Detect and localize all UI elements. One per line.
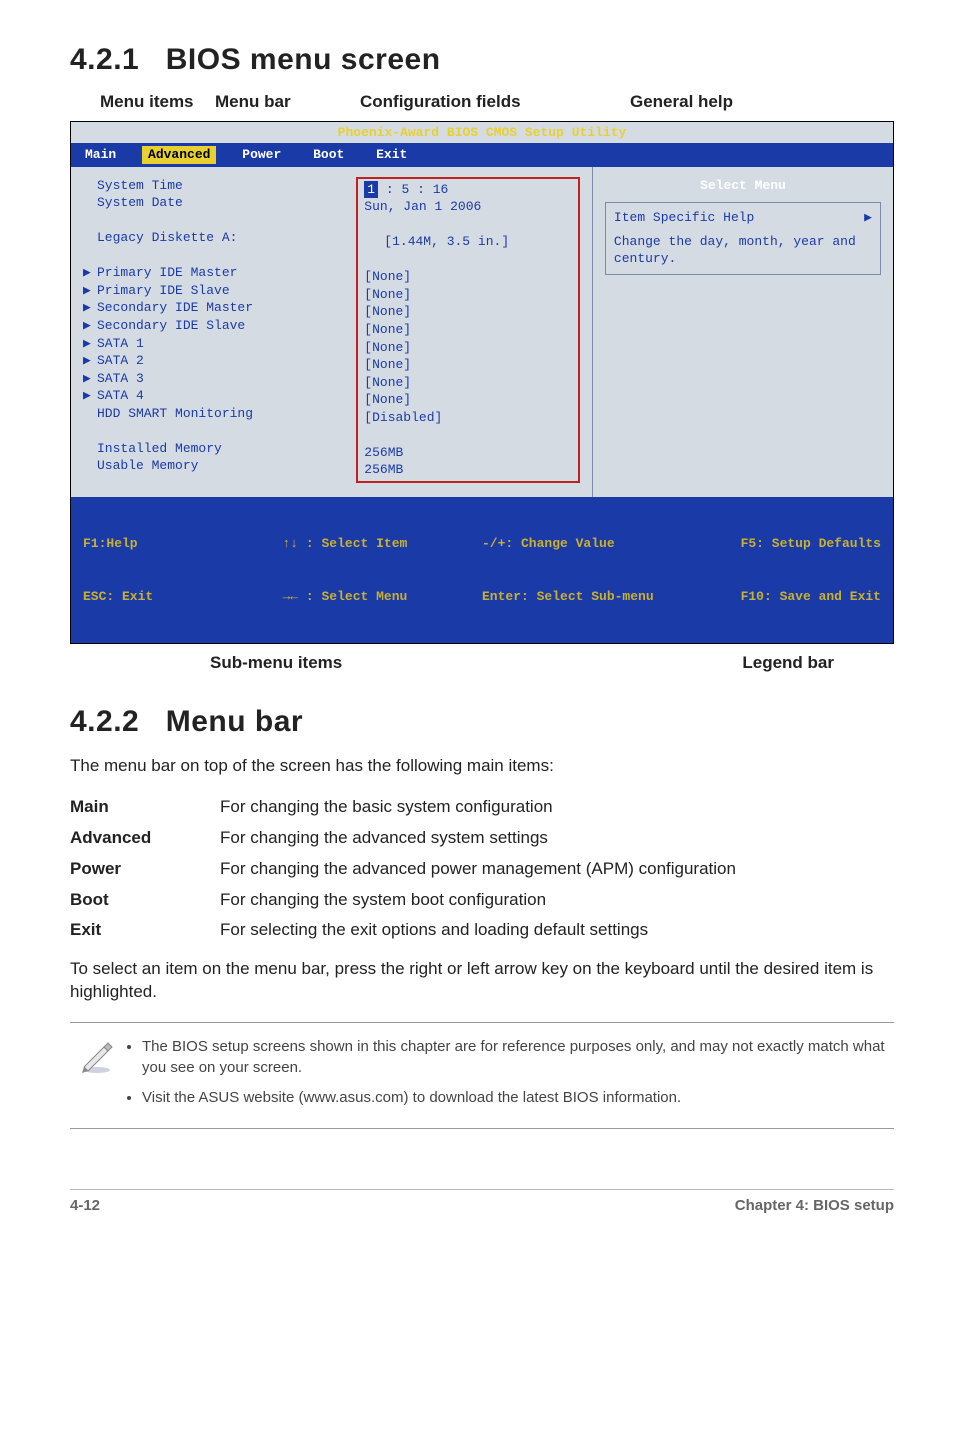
row-s1-l[interactable]: SATA 1	[97, 335, 144, 353]
submenu-icon: ▶	[83, 282, 97, 300]
footer-page-number: 4-12	[70, 1196, 100, 1216]
submenu-icon: ▶	[83, 370, 97, 388]
note-pencil-icon	[70, 1033, 124, 1075]
section-422-title: 4.2.2 Menu bar	[70, 702, 894, 743]
bios-bottom-labels: Sub-menu items Legend bar	[70, 652, 894, 684]
page-footer: 4-12 Chapter 4: BIOS setup	[70, 1189, 894, 1216]
menu-definitions: Main For changing the basic system confi…	[70, 792, 894, 947]
row-s3-v: [None]	[364, 374, 411, 392]
bios-window-title: Phoenix-Award BIOS CMOS Setup Utility	[71, 122, 893, 144]
row-pim-v: [None]	[364, 268, 411, 286]
submenu-icon: ▶	[83, 387, 97, 405]
label-legend-bar: Legend bar	[742, 652, 834, 675]
chevron-right-icon: ▶	[864, 209, 872, 227]
note-2: Visit the ASUS website (www.asus.com) to…	[142, 1088, 894, 1108]
foot-select-submenu: Enter: Select Sub-menu	[482, 588, 682, 606]
foot-f5: F5: Setup Defaults	[682, 535, 882, 553]
label-menu-bar: Menu bar	[215, 91, 291, 114]
section-421-text: BIOS menu screen	[166, 43, 441, 76]
note-1: The BIOS setup screens shown in this cha…	[142, 1037, 894, 1078]
row-legacy-l: Legacy Diskette A:	[97, 229, 237, 247]
menu-bar-intro: The menu bar on top of the screen has th…	[70, 755, 894, 778]
foot-f10: F10: Save and Exit	[682, 588, 882, 606]
row-inst-l: Installed Memory	[97, 440, 222, 458]
row-system-date-l: System Date	[97, 194, 183, 212]
def-power-desc: For changing the advanced power manageme…	[220, 854, 894, 885]
row-use-v: 256MB	[364, 461, 403, 479]
label-menu-items: Menu items	[100, 91, 194, 114]
section-422-text: Menu bar	[166, 705, 303, 738]
row-system-time-v-cur[interactable]: 1	[364, 181, 378, 199]
label-config-fields: Configuration fields	[360, 91, 521, 114]
foot-select-item: ↑↓ : Select Item	[283, 535, 483, 553]
def-boot-desc: For changing the system boot configurati…	[220, 885, 894, 916]
bios-legend-bar: F1:Help ESC: Exit ↑↓ : Select Item →← : …	[71, 497, 893, 643]
row-hdd-v: [Disabled]	[364, 409, 442, 427]
row-sim-v: [None]	[364, 303, 411, 321]
note-block: The BIOS setup screens shown in this cha…	[70, 1022, 894, 1129]
def-main-desc: For changing the basic system configurat…	[220, 792, 894, 823]
tab-exit[interactable]: Exit	[376, 146, 407, 164]
row-s4-v: [None]	[364, 391, 411, 409]
label-submenu-items: Sub-menu items	[210, 652, 342, 675]
foot-change-value: -/+: Change Value	[482, 535, 682, 553]
row-pis-v: [None]	[364, 286, 411, 304]
row-pis-l[interactable]: Primary IDE Slave	[97, 282, 230, 300]
bios-help-panel: Select Menu Item Specific Help ▶ Change …	[592, 167, 893, 497]
tab-advanced[interactable]: Advanced	[142, 146, 216, 164]
help-body-text: Change the day, month, year and century.	[614, 233, 872, 268]
bios-top-labels: Menu items Menu bar Configuration fields…	[70, 91, 894, 121]
row-s3-l[interactable]: SATA 3	[97, 370, 144, 388]
row-sis-l[interactable]: Secondary IDE Slave	[97, 317, 245, 335]
submenu-icon: ▶	[83, 264, 97, 282]
section-422-num: 4.2.2	[70, 705, 139, 738]
footer-chapter: Chapter 4: BIOS setup	[735, 1196, 894, 1216]
row-use-l: Usable Memory	[97, 457, 198, 475]
def-advanced-desc: For changing the advanced system setting…	[220, 823, 894, 854]
def-main-term: Main	[70, 792, 220, 823]
tab-main[interactable]: Main	[85, 146, 116, 164]
select-instruction: To select an item on the menu bar, press…	[70, 958, 894, 1004]
label-general-help: General help	[630, 91, 733, 114]
foot-esc: ESC: Exit	[83, 588, 283, 606]
bios-left-panel: System Time System Date Legacy Diskette …	[71, 167, 592, 497]
row-system-date-v[interactable]: Sun, Jan 1 2006	[364, 198, 481, 216]
tab-boot[interactable]: Boot	[313, 146, 344, 164]
row-hdd-l: HDD SMART Monitoring	[97, 405, 253, 423]
section-421-num: 4.2.1	[70, 43, 139, 76]
foot-f1: F1:Help	[83, 535, 283, 553]
row-system-time-v-rest[interactable]: : 5 : 16	[378, 181, 448, 199]
row-pim-l[interactable]: Primary IDE Master	[97, 264, 237, 282]
row-inst-v: 256MB	[364, 444, 403, 462]
def-boot-term: Boot	[70, 885, 220, 916]
def-power-term: Power	[70, 854, 220, 885]
row-legacy-v[interactable]: [1.44M, 3.5 in.]	[364, 233, 509, 251]
def-exit-desc: For selecting the exit options and loadi…	[220, 915, 894, 946]
help-item-specific: Item Specific Help	[614, 209, 754, 227]
bios-screenshot: Phoenix-Award BIOS CMOS Setup Utility Ma…	[70, 121, 894, 645]
row-s4-l[interactable]: SATA 4	[97, 387, 144, 405]
submenu-icon: ▶	[83, 299, 97, 317]
help-panel-head: Select Menu	[605, 177, 881, 195]
row-sis-v: [None]	[364, 321, 411, 339]
submenu-icon: ▶	[83, 352, 97, 370]
row-s2-l[interactable]: SATA 2	[97, 352, 144, 370]
foot-select-menu: →← : Select Menu	[283, 588, 483, 606]
bios-menu-bar: Main Advanced Power Boot Exit	[71, 143, 893, 167]
row-s1-v: [None]	[364, 339, 411, 357]
section-421-title: 4.2.1 BIOS menu screen	[70, 40, 894, 81]
bios-window-title-text: Phoenix-Award BIOS CMOS Setup Utility	[338, 125, 627, 140]
def-advanced-term: Advanced	[70, 823, 220, 854]
submenu-icon: ▶	[83, 317, 97, 335]
row-sim-l[interactable]: Secondary IDE Master	[97, 299, 253, 317]
submenu-icon: ▶	[83, 335, 97, 353]
selected-field-highlight: 1 : 5 : 16 Sun, Jan 1 2006 [1.44M, 3.5 i…	[356, 177, 580, 483]
row-s2-v: [None]	[364, 356, 411, 374]
def-exit-term: Exit	[70, 915, 220, 946]
tab-power[interactable]: Power	[242, 146, 281, 164]
row-system-time-l: System Time	[97, 177, 183, 195]
